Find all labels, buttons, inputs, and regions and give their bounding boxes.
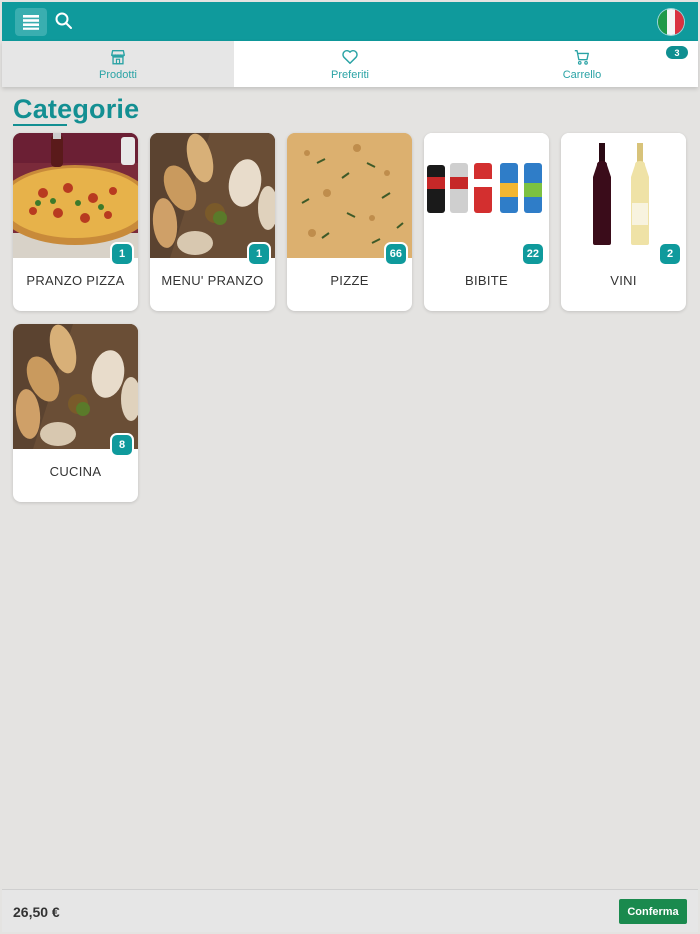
category-count-badge: 8 [110,433,134,457]
italy-flag-icon[interactable] [658,9,684,35]
category-count-badge: 1 [247,242,271,266]
category-image [150,133,275,258]
menu-icon [23,15,39,30]
menu-button[interactable] [15,8,47,36]
category-card-pizze[interactable]: 66 PIZZE [287,133,412,311]
category-image [287,133,412,258]
category-label: PIZZE [330,273,369,288]
category-label: MENU' PRANZO [161,273,264,288]
category-count-badge: 1 [110,242,134,266]
category-label: CUCINA [49,464,102,479]
cart-count-badge: 3 [666,46,688,59]
page-title: Categorie [13,94,140,124]
tab-carrello[interactable]: Carrello 3 [466,41,698,87]
category-count-badge: 2 [658,242,682,266]
tab-label: Preferiti [331,68,369,81]
category-card-cucina[interactable]: 8 CUCINA [13,324,138,502]
title-underline [13,124,67,126]
tab-label: Prodotti [99,68,137,81]
category-image [561,133,686,258]
category-label: VINI [610,273,637,288]
category-label: PRANZO PIZZA [26,273,125,288]
category-image [424,133,549,258]
category-image [13,133,138,258]
store-icon [111,49,125,64]
tab-preferiti[interactable]: Preferiti [234,41,466,87]
heart-icon [342,49,358,64]
order-footer: 26,50 € Conferma [2,889,698,932]
category-count-badge: 22 [520,242,545,266]
category-image [13,324,138,449]
cart-icon [574,49,589,65]
order-total: 26,50 € [13,904,60,920]
category-card-pranzo-pizza[interactable]: 1 PRANZO PIZZA [13,133,138,311]
tab-label: Carrello [562,68,602,81]
confirm-button[interactable]: Conferma [619,899,687,924]
tab-bar: Prodotti Preferiti Carrello 3 [2,41,698,87]
category-card-bibite[interactable]: 22 BIBITE [424,133,549,311]
search-icon[interactable] [54,11,74,31]
category-label: BIBITE [465,273,508,288]
category-card-vini[interactable]: 2 VINI [561,133,686,311]
category-count-badge: 66 [383,242,408,266]
top-app-bar [2,2,698,41]
tab-prodotti[interactable]: Prodotti [2,41,234,87]
category-card-menu-pranzo[interactable]: 1 MENU' PRANZO [150,133,275,311]
